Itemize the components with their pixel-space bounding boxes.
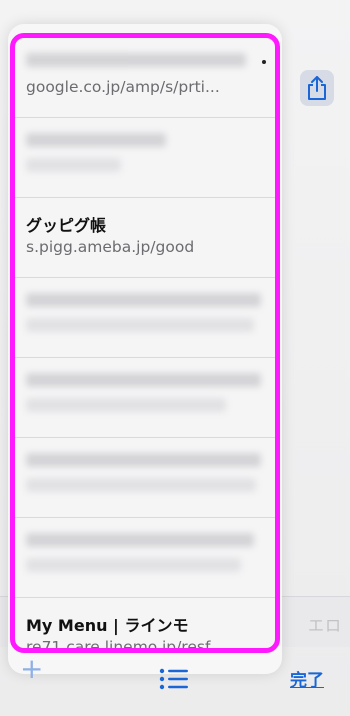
share-icon [308,76,326,100]
bookmark-row[interactable]: グッピグ帳 s.pigg.ameba.jp/good [15,198,275,278]
bookmark-title-redacted [26,292,266,311]
bookmark-title-redacted [26,452,266,471]
bookmark-title: グッピグ帳 [26,216,107,235]
bookmark-url-redacted [26,478,266,496]
bookmark-row[interactable] [15,358,275,438]
bookmark-title-redacted [26,132,266,151]
bookmark-row[interactable] [15,438,275,518]
list-icon [159,668,188,690]
bookmark-row[interactable]: My Menu | ラインモ re71.care.linemo.jp/resf [15,598,275,653]
dot-mark [262,60,266,64]
status-bar [0,0,350,10]
bookmark-title-redacted [26,52,266,71]
bookmark-row[interactable]: google.co.jp/amp/s/prti... [15,38,275,118]
bookmark-url: s.pigg.ameba.jp/good [26,238,195,256]
share-button[interactable] [300,70,334,106]
bookmark-title-redacted [26,532,266,551]
bottom-toolbar: + 完了 [0,655,350,700]
bookmark-row[interactable] [15,118,275,198]
bookmark-url: google.co.jp/amp/s/prti... [26,78,220,96]
bookmark-url-redacted [26,558,266,576]
bookmark-url: re71.care.linemo.jp/resf [26,638,211,653]
bookmark-url-redacted [26,318,266,336]
done-button[interactable]: 完了 [290,666,324,691]
list-button[interactable] [158,666,190,692]
bookmark-title-redacted [26,372,266,391]
partially-visible-item[interactable]: エロ [308,612,342,636]
bookmark-url-redacted [26,158,266,176]
plus-icon[interactable]: + [20,655,44,684]
bookmark-url-redacted [26,398,266,416]
bookmark-row[interactable] [15,278,275,358]
bookmark-title: My Menu | ラインモ [26,616,189,635]
bookmark-row[interactable] [15,518,275,598]
bookmark-list: google.co.jp/amp/s/prti... グッピグ帳 s.pigg.… [10,33,280,653]
